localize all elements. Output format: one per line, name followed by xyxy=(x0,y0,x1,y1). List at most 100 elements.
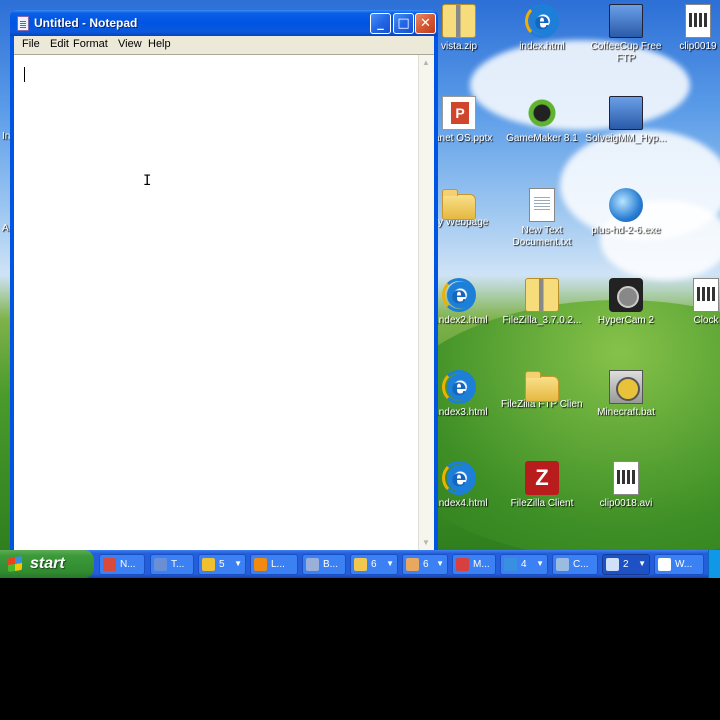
chevron-down-icon: ▼ xyxy=(436,559,444,568)
internet-explorer-icon: e xyxy=(442,461,476,495)
menu-file[interactable]: File xyxy=(22,38,40,50)
desktop-icon-index-html[interactable]: e index.html xyxy=(501,4,583,53)
icon-label: New Text Document.txt xyxy=(512,225,572,248)
taskbar-button-label: T... xyxy=(171,559,185,570)
taskbar-button[interactable]: 6 ▼ xyxy=(350,554,398,575)
minimize-button[interactable]: _ xyxy=(370,13,391,34)
taskbar-button-label: 6 xyxy=(423,559,429,570)
taskbar-button-label: B... xyxy=(323,559,339,570)
taskbar-button-label: 6 xyxy=(371,559,377,570)
taskbar-button-label: W... xyxy=(675,559,693,570)
hypercam-icon xyxy=(609,278,643,312)
email-icon xyxy=(456,558,469,571)
coffeecup-ftp-icon xyxy=(609,4,643,38)
windows-logo-icon xyxy=(8,556,22,572)
window-title: Untitled - Notepad xyxy=(34,16,138,30)
chevron-down-icon: ▼ xyxy=(536,559,544,568)
close-button[interactable]: ✕ xyxy=(415,13,436,34)
desktop-icon-filezilla-folder[interactable]: FileZilla FTP Client xyxy=(501,370,583,411)
taskbar-button[interactable]: B... xyxy=(302,554,346,575)
notepad-icon xyxy=(103,558,116,571)
system-tray[interactable] xyxy=(708,550,720,578)
desktop-icon-clip0019[interactable]: clip0019 xyxy=(668,4,720,53)
folder-icon xyxy=(442,189,476,220)
filezilla-icon: Z xyxy=(525,461,559,495)
taskbar-button-label: 2 xyxy=(623,559,629,570)
menu-format[interactable]: Format xyxy=(73,38,108,50)
left-edge-fragment: A xyxy=(2,223,9,234)
taskbar-button-label: 4 xyxy=(521,559,527,570)
taskbar-button[interactable]: N... xyxy=(99,554,145,575)
taskbar-button[interactable]: T... xyxy=(150,554,194,575)
taskbar-button[interactable]: 6 ▼ xyxy=(402,554,448,575)
taskbar-button-label: C... xyxy=(573,559,589,570)
icon-label: index.html xyxy=(519,41,565,52)
taskbar-button-label: 5 xyxy=(219,559,225,570)
folder-icon xyxy=(525,371,559,402)
text-area[interactable]: I ▲ ▼ xyxy=(14,54,434,550)
icon-label: Minecraft.bat xyxy=(597,407,655,418)
menu-view[interactable]: View xyxy=(118,38,142,50)
start-button[interactable]: start xyxy=(0,550,94,578)
icon-label: CoffeeCup Free FTP xyxy=(590,41,662,64)
taskbar-button[interactable]: L... xyxy=(250,554,298,575)
desktop-icon-clock[interactable]: Clock xyxy=(686,278,720,327)
orange-circle-icon xyxy=(254,558,267,571)
icon-label: plus-hd-2-6.exe xyxy=(591,225,661,236)
desktop-icon-plus-hd[interactable]: plus-hd-2-6.exe xyxy=(585,188,667,237)
taskbar-button-label: L... xyxy=(271,559,285,570)
taskbar-button[interactable]: M... xyxy=(452,554,496,575)
text-caret xyxy=(24,67,25,82)
taskbar-button[interactable]: W... xyxy=(654,554,704,575)
icon-label: FileZilla_3.7.0.2... xyxy=(502,315,582,326)
desktop-icon-new-text-document[interactable]: New Text Document.txt xyxy=(501,188,583,249)
chevron-down-icon: ▼ xyxy=(386,559,394,568)
scroll-up-icon[interactable]: ▲ xyxy=(422,58,430,67)
desktop-icon-hypercam[interactable]: HyperCam 2 xyxy=(585,278,667,327)
icon-label: SolveigMM_Hyp... xyxy=(585,133,667,144)
avi-file-icon xyxy=(613,461,639,495)
desktop-icon-filezilla-client[interactable]: Z FileZilla Client xyxy=(501,461,583,510)
start-label: start xyxy=(30,555,65,572)
avi-file-icon xyxy=(685,4,711,38)
icon-label: clip0018.avi xyxy=(599,498,653,509)
taskbar-button-label: N... xyxy=(120,559,136,570)
gamemaker-icon xyxy=(525,96,559,130)
icon-label: Clock xyxy=(693,315,719,326)
vertical-scrollbar[interactable]: ▲ ▼ xyxy=(418,55,434,550)
notepad-icon[interactable] xyxy=(17,16,29,31)
title-bar[interactable]: Untitled - Notepad _ □ ✕ xyxy=(10,10,438,36)
taskbar-button-label: M... xyxy=(473,559,490,570)
chevron-down-icon: ▼ xyxy=(638,559,646,568)
internet-explorer-icon: e xyxy=(525,4,559,38)
icon-label: HyperCam 2 xyxy=(597,315,655,326)
settings-icon xyxy=(556,558,569,571)
i-beam-cursor-icon: I xyxy=(143,173,152,189)
internet-explorer-icon: e xyxy=(442,278,476,312)
desktop-icon-solveig[interactable]: SolveigMM_Hyp... xyxy=(585,96,667,145)
desktop-icon-filezilla-zip[interactable]: FileZilla_3.7.0.2... xyxy=(501,278,583,327)
menu-help[interactable]: Help xyxy=(148,38,171,50)
taskbar-button[interactable]: 5 ▼ xyxy=(198,554,246,575)
taskbar-button[interactable]: C... xyxy=(552,554,598,575)
internet-explorer-icon: e xyxy=(442,370,476,404)
icon-label: clip0019 xyxy=(679,41,717,52)
maximize-button[interactable]: □ xyxy=(393,13,414,34)
taskbar-button[interactable]: 2 ▼ xyxy=(602,554,650,575)
menu-bar: File Edit Format View Help xyxy=(14,36,434,54)
solveig-installer-icon xyxy=(609,96,643,130)
scroll-down-icon[interactable]: ▼ xyxy=(422,538,430,547)
desktop-icon-coffeecup[interactable]: CoffeeCup Free FTP xyxy=(585,4,667,65)
icon-label: GameMaker 8.1 xyxy=(506,133,578,144)
zip-folder-icon xyxy=(442,4,476,38)
taskbar-button[interactable]: 4 ▼ xyxy=(500,554,548,575)
desktop-icon-gamemaker[interactable]: GameMaker 8.1 xyxy=(501,96,583,145)
chat-icon xyxy=(202,558,215,571)
desktop-icon-minecraft-bat[interactable]: Minecraft.bat xyxy=(585,370,667,419)
notepad-window[interactable]: Untitled - Notepad _ □ ✕ File Edit Forma… xyxy=(10,10,438,550)
desktop-icon-clip0018[interactable]: clip0018.avi xyxy=(585,461,667,510)
tools-icon xyxy=(306,558,319,571)
chevron-down-icon: ▼ xyxy=(234,559,242,568)
menu-edit[interactable]: Edit xyxy=(50,38,69,50)
zip-folder-icon xyxy=(525,278,559,312)
